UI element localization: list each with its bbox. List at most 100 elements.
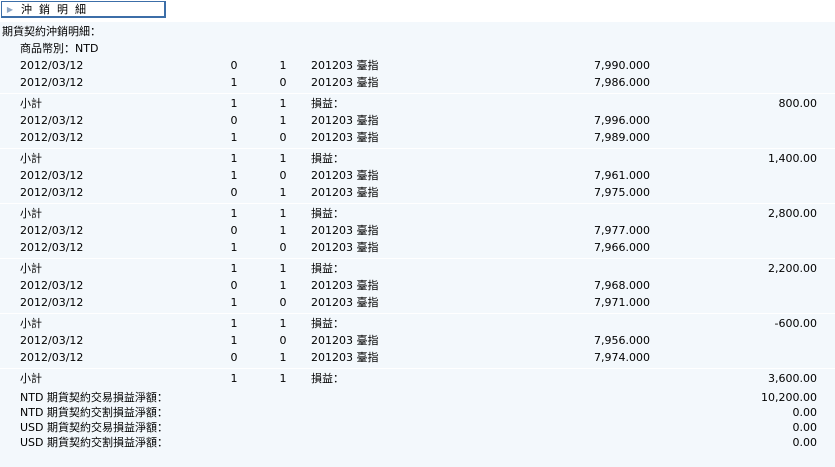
total-row: USD 期貨契約交割損益淨額： 0.00 [0, 435, 835, 451]
table-row: 2012/03/12 0 1 201203 臺指 7,975.000 [0, 185, 835, 201]
total-amount: 0.00 [792, 421, 818, 434]
subtotal-qty-b: 1 [279, 317, 287, 330]
qty-col-b: 0 [279, 241, 287, 254]
subtotal-qty-b: 1 [279, 152, 287, 165]
subtotal-row: 小計 1 1 損益： -600.00 [0, 313, 835, 332]
trade-date: 2012/03/12 [20, 59, 84, 72]
subtotal-label: 小計 [20, 317, 42, 330]
qty-col-a: 1 [230, 131, 238, 144]
table-row: 2012/03/12 1 0 201203 臺指 7,956.000 [0, 333, 835, 349]
qty-col-b: 1 [279, 186, 287, 199]
subtotal-qty-b: 1 [279, 372, 287, 385]
trade-date: 2012/03/12 [20, 241, 84, 254]
qty-col-a: 1 [230, 76, 238, 89]
table-row: 2012/03/12 1 0 201203 臺指 7,966.000 [0, 240, 835, 256]
table-row: 2012/03/12 0 1 201203 臺指 7,968.000 [0, 278, 835, 294]
total-label: USD 期貨契約交易損益淨額： [20, 421, 168, 434]
total-label: NTD 期貨契約交割損益淨額： [20, 406, 168, 419]
table-row: 2012/03/12 1 0 201203 臺指 7,961.000 [0, 168, 835, 184]
tab-label: 沖銷明細 [21, 3, 93, 16]
subtotal-amount: 2,800.00 [768, 207, 817, 220]
trade-price: 7,986.000 [594, 76, 650, 89]
currency-text: 商品幣別：NTD [20, 42, 99, 55]
trade-price: 7,956.000 [594, 334, 650, 347]
trade-date: 2012/03/12 [20, 169, 84, 182]
subtotal-label: 小計 [20, 207, 42, 220]
trade-price: 7,996.000 [594, 114, 650, 127]
subtotal-qty-a: 1 [230, 97, 238, 110]
trade-date: 2012/03/12 [20, 76, 84, 89]
trade-price: 7,968.000 [594, 279, 650, 292]
subtotal-qty-a: 1 [230, 262, 238, 275]
tab-offset-details[interactable]: ▶ 沖銷明細 [1, 1, 166, 18]
trade-date: 2012/03/12 [20, 296, 84, 309]
table-row: 2012/03/12 0 1 201203 臺指 7,974.000 [0, 350, 835, 366]
subtotal-label: 小計 [20, 152, 42, 165]
trade-price: 7,975.000 [594, 186, 650, 199]
total-row: USD 期貨契約交易損益淨額： 0.00 [0, 420, 835, 436]
pl-label: 損益： [311, 97, 344, 110]
product-name: 201203 臺指 [311, 351, 379, 364]
product-name: 201203 臺指 [311, 241, 379, 254]
qty-col-a: 1 [230, 296, 238, 309]
pl-label: 損益： [311, 152, 344, 165]
trade-date: 2012/03/12 [20, 351, 84, 364]
product-name: 201203 臺指 [311, 296, 379, 309]
tab-arrow-icon: ▶ [6, 4, 14, 14]
qty-col-a: 0 [230, 224, 238, 237]
trade-price: 7,989.000 [594, 131, 650, 144]
product-name: 201203 臺指 [311, 169, 379, 182]
product-name: 201203 臺指 [311, 114, 379, 127]
trade-date: 2012/03/12 [20, 131, 84, 144]
total-amount: 0.00 [792, 406, 818, 419]
qty-col-b: 1 [279, 351, 287, 364]
subtotal-amount: -600.00 [774, 317, 817, 330]
qty-col-a: 0 [230, 351, 238, 364]
table-row: 2012/03/12 1 0 201203 臺指 7,986.000 [0, 75, 835, 91]
subtotal-label: 小計 [20, 262, 42, 275]
product-name: 201203 臺指 [311, 131, 379, 144]
total-label: USD 期貨契約交割損益淨額： [20, 436, 168, 449]
subtotal-row: 小計 1 1 損益： 2,200.00 [0, 258, 835, 277]
trade-price: 7,977.000 [594, 224, 650, 237]
table-row: 2012/03/12 0 1 201203 臺指 7,977.000 [0, 223, 835, 239]
subtotal-qty-b: 1 [279, 207, 287, 220]
qty-col-b: 1 [279, 279, 287, 292]
subtotal-row: 小計 1 1 損益： 1,400.00 [0, 148, 835, 167]
report-content: 期貨契約沖銷明細： 商品幣別：NTD 2012/03/12 0 1 201203 臺指… [0, 22, 835, 467]
trade-price: 7,974.000 [594, 351, 650, 364]
trade-price: 7,971.000 [594, 296, 650, 309]
product-name: 201203 臺指 [311, 334, 379, 347]
currency-line: 商品幣別：NTD [0, 39, 835, 58]
table-row: 2012/03/12 1 0 201203 臺指 7,971.000 [0, 295, 835, 311]
subtotal-row: 小計 1 1 損益： 2,800.00 [0, 203, 835, 222]
qty-col-a: 1 [230, 169, 238, 182]
product-name: 201203 臺指 [311, 224, 379, 237]
total-row: NTD 期貨契約交易損益淨額： 10,200.00 [0, 390, 835, 406]
qty-col-b: 1 [279, 59, 287, 72]
trade-date: 2012/03/12 [20, 114, 84, 127]
trade-price: 7,990.000 [594, 59, 650, 72]
qty-col-b: 0 [279, 334, 287, 347]
trade-date: 2012/03/12 [20, 279, 84, 292]
table-row: 2012/03/12 0 1 201203 臺指 7,996.000 [0, 113, 835, 129]
total-amount: 10,200.00 [761, 391, 817, 404]
subtotal-amount: 2,200.00 [768, 262, 817, 275]
total-label: NTD 期貨契約交易損益淨額： [20, 391, 168, 404]
qty-col-a: 1 [230, 241, 238, 254]
subtotal-qty-a: 1 [230, 372, 238, 385]
trade-price: 7,961.000 [594, 169, 650, 182]
subtotal-row: 小計 1 1 損益： 3,600.00 [0, 368, 835, 387]
total-amount: 0.00 [792, 436, 818, 449]
trade-date: 2012/03/12 [20, 224, 84, 237]
pl-label: 損益： [311, 207, 344, 220]
qty-col-a: 0 [230, 114, 238, 127]
table-row: 2012/03/12 1 0 201203 臺指 7,989.000 [0, 130, 835, 146]
qty-col-b: 1 [279, 114, 287, 127]
product-name: 201203 臺指 [311, 279, 379, 292]
subtotal-qty-b: 1 [279, 262, 287, 275]
product-name: 201203 臺指 [311, 76, 379, 89]
subtotal-amount: 1,400.00 [768, 152, 817, 165]
qty-col-a: 0 [230, 279, 238, 292]
trade-price: 7,966.000 [594, 241, 650, 254]
